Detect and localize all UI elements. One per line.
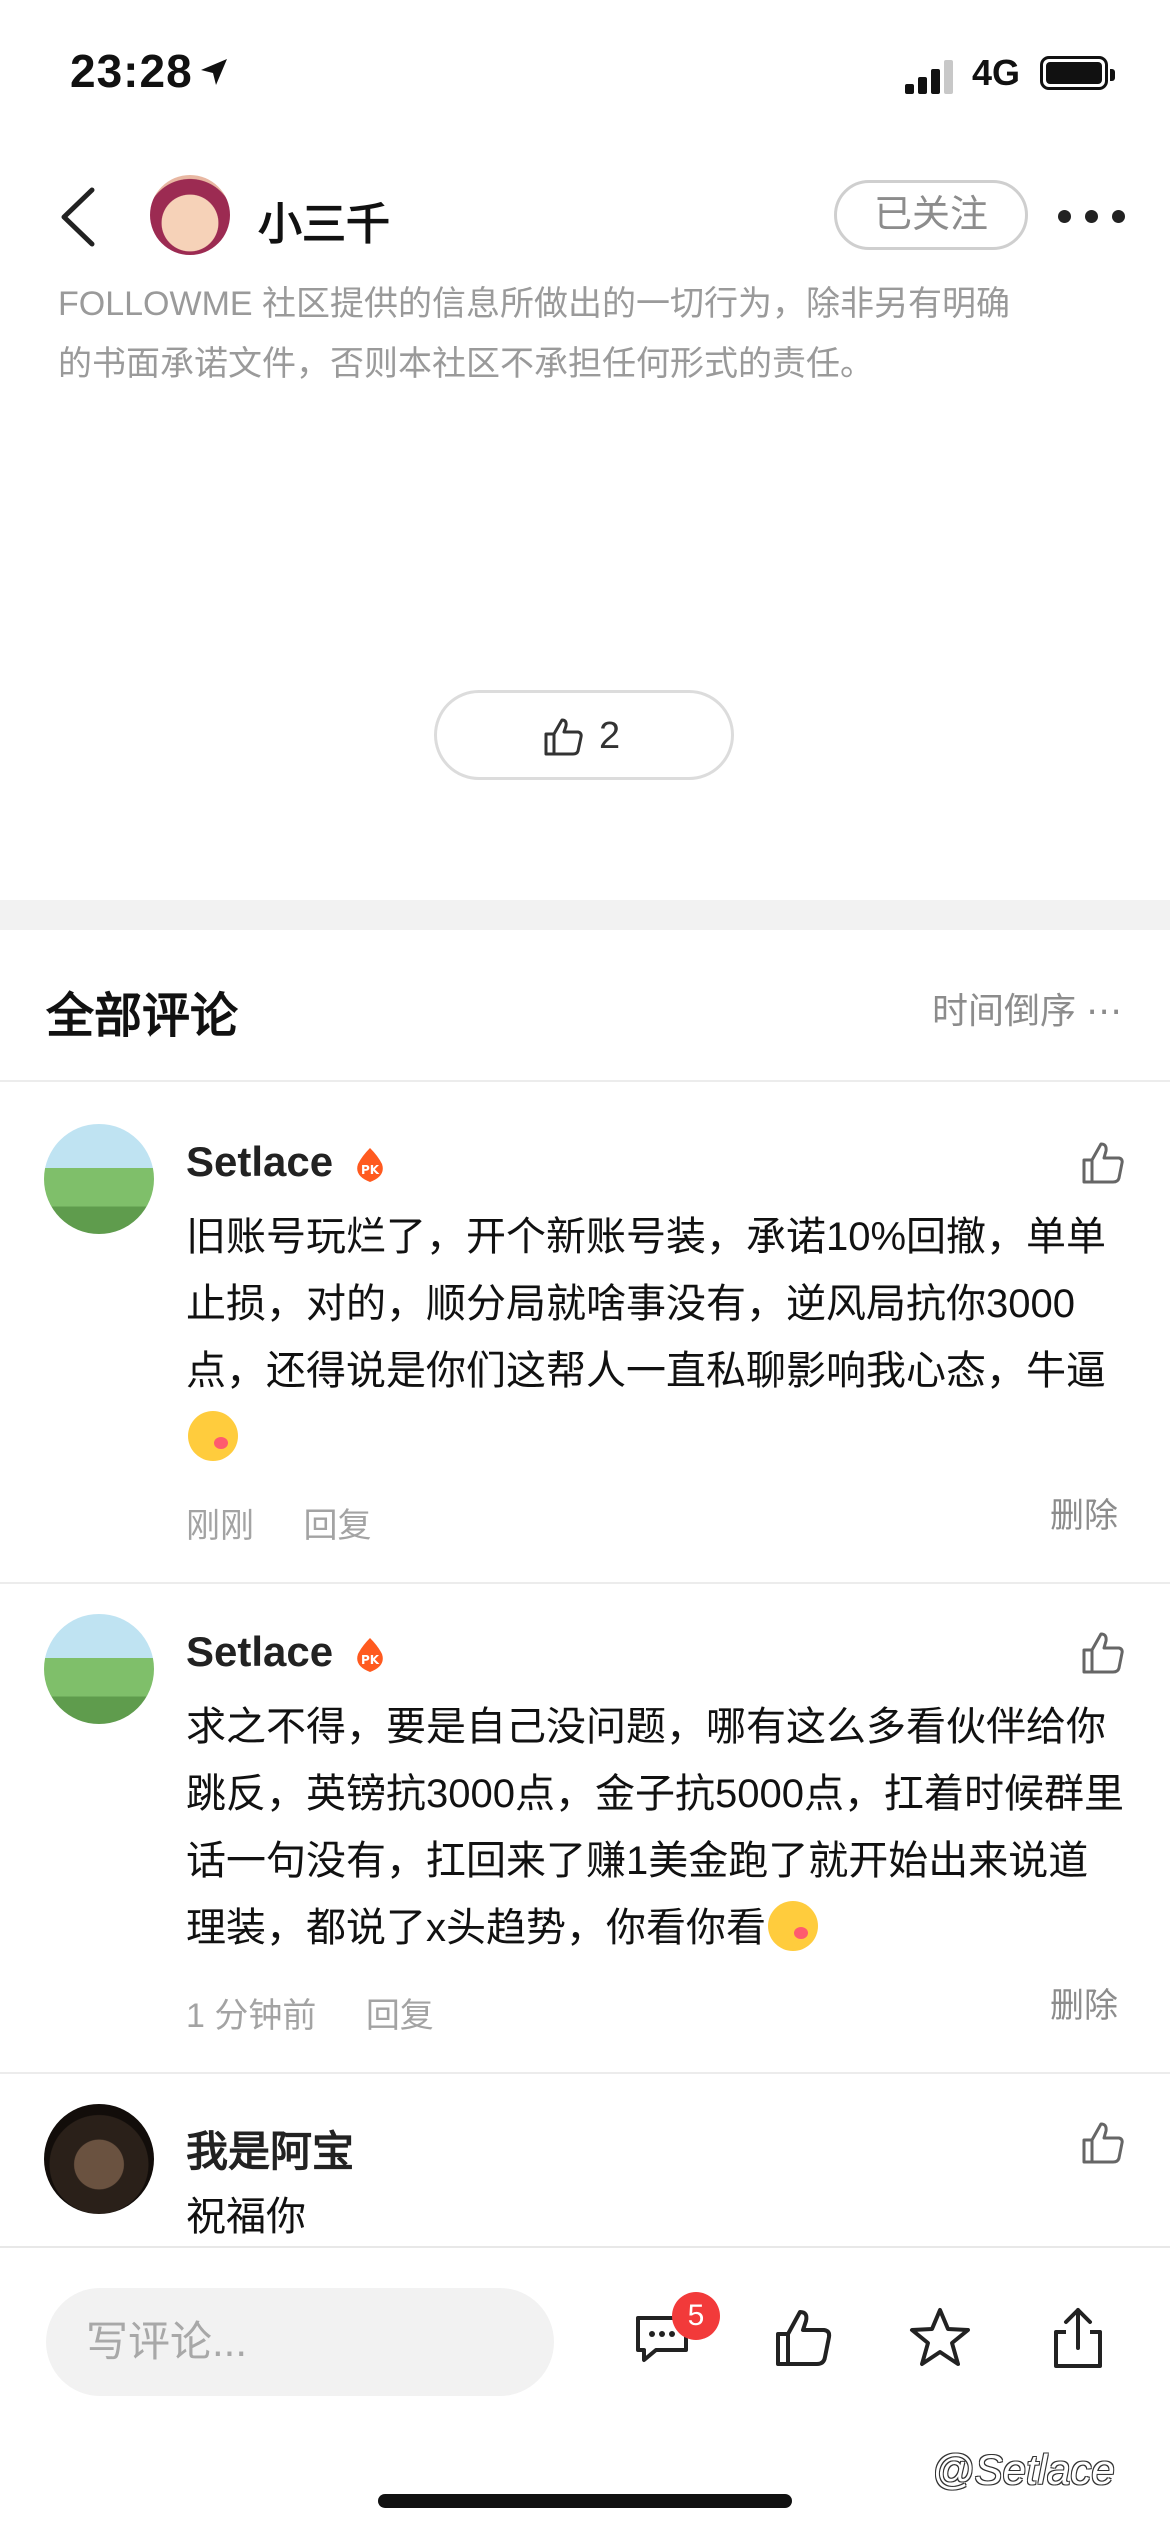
- comment-text: 求之不得，要是自己没问题，哪有这么多看伙伴给你跳反，英镑抗3000点，金子抗50…: [186, 1705, 1124, 1951]
- comment-time: 刚刚: [186, 1507, 254, 1545]
- divider: [0, 2072, 1170, 2074]
- comment-item: Setlace PK 求之不得，要是自己没问题，哪有这么多看伙伴给你跳反，英镑抗…: [0, 1614, 1170, 2074]
- comment-text: 祝福你: [186, 2195, 306, 2239]
- more-options-icon[interactable]: [1058, 210, 1128, 224]
- delete-button[interactable]: 删除: [1050, 1978, 1118, 2027]
- author-name[interactable]: 小三千: [258, 188, 390, 252]
- comment-text: 旧账号玩烂了，开个新账号装，承诺10%回撤，单单止损，对的，顺分局就啥事没有，逆…: [186, 1204, 1126, 1472]
- kiss-emoji-icon: [768, 1901, 818, 1951]
- chevron-left-icon: [61, 187, 95, 247]
- comment-item: 我是阿宝 祝福你: [0, 2104, 1170, 2244]
- commenter-name[interactable]: Setlace: [186, 1628, 333, 1676]
- commenter-avatar[interactable]: [44, 2104, 154, 2214]
- comment-like-icon[interactable]: [1080, 1140, 1126, 1186]
- pk-badge-label: PK: [361, 1653, 380, 1667]
- pk-badge-label: PK: [361, 1163, 380, 1177]
- cellular-signal-icon: [905, 58, 955, 94]
- reply-button[interactable]: 回复: [303, 1507, 371, 1545]
- pk-fire-badge-icon: PK: [357, 1638, 383, 1672]
- sort-order-button[interactable]: 时间倒序 ⋯: [932, 982, 1122, 1034]
- like-count: 2: [599, 715, 621, 757]
- disclaimer-line: 的书面承诺文件，否则本社区不承担任何形式的责任。: [58, 345, 874, 383]
- disclaimer-line: FOLLOWME 社区提供的信息所做出的一切行为，除非另有明确: [58, 285, 1011, 323]
- like-icon[interactable]: [772, 2306, 836, 2370]
- divider: [0, 1582, 1170, 1584]
- post-like-button[interactable]: 2: [434, 690, 734, 780]
- favorite-star-icon[interactable]: [908, 2306, 972, 2370]
- pk-fire-badge-icon: PK: [357, 1148, 383, 1182]
- comment-time: 1 分钟前: [186, 1997, 317, 2035]
- post-header: 小三千 已关注: [0, 160, 1170, 270]
- status-bar: 23:28 4G: [0, 0, 1170, 150]
- comment-count-badge: 5: [672, 2292, 720, 2340]
- comments-title: 全部评论: [46, 990, 239, 1043]
- comment-like-icon[interactable]: [1080, 1630, 1126, 1676]
- author-avatar[interactable]: [150, 175, 230, 255]
- comment-meta: 刚刚 回复: [186, 1498, 371, 1547]
- comment-like-icon[interactable]: [1080, 2120, 1126, 2166]
- kiss-emoji-icon: [188, 1411, 238, 1461]
- follow-button[interactable]: 已关注: [834, 180, 1028, 250]
- delete-button[interactable]: 删除: [1050, 1488, 1118, 1537]
- reply-button[interactable]: 回复: [366, 1997, 434, 2035]
- disclaimer-text: FOLLOWME 社区提供的信息所做出的一切行为，除非另有明确 的书面承诺文件，…: [58, 274, 1118, 394]
- commenter-avatar[interactable]: [44, 1124, 154, 1234]
- comment-item: Setlace PK 旧账号玩烂了，开个新账号装，承诺10%回撤，单单止损，对的…: [0, 1124, 1170, 1584]
- comment-meta: 1 分钟前 回复: [186, 1988, 434, 2037]
- share-icon[interactable]: [1046, 2306, 1110, 2370]
- section-divider: [0, 900, 1170, 930]
- network-type: 4G: [972, 52, 1021, 93]
- commenter-avatar[interactable]: [44, 1614, 154, 1724]
- commenter-name[interactable]: Setlace: [186, 1138, 333, 1186]
- divider: [0, 1080, 1170, 1082]
- commenter-name[interactable]: 我是阿宝: [186, 2118, 354, 2179]
- comment-input[interactable]: 写评论...: [46, 2288, 554, 2396]
- status-time: 23:28: [70, 44, 229, 98]
- watermark: @Setlace: [932, 2446, 1115, 2493]
- back-button[interactable]: [50, 182, 110, 252]
- home-indicator[interactable]: [378, 2494, 792, 2508]
- battery-icon: [1040, 56, 1115, 90]
- location-arrow-icon: [199, 44, 229, 98]
- thumbs-up-icon: [544, 718, 583, 756]
